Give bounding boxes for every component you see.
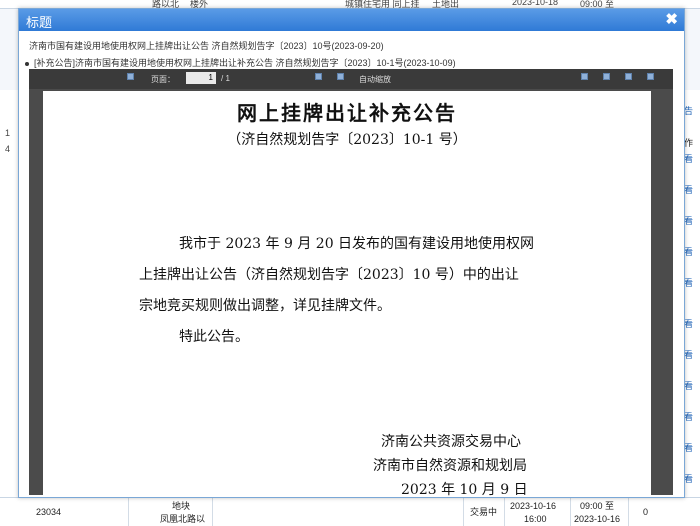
document-title: 网上挂牌出让补充公告 [237,101,457,125]
cell: 2023-10-18 [512,0,559,7]
notice-link-original[interactable]: 济南市国有建设用地使用权网上挂牌出让公告 济自然规划告字〔2023〕10号(20… [29,39,384,52]
signature-date: 2023 年 10 月 9 日 [401,482,528,498]
paragraph-line: 我市于 2023 年 9 月 20 日发布的国有建设用地使用权网 [179,236,535,252]
bookmark-icon[interactable] [625,73,632,80]
pdf-toolbar: 页面： 1 / 1 自动缩放 [29,69,673,89]
sidebar-toggle-icon[interactable] [127,73,134,80]
divider [463,498,464,526]
background-left-column: 1 4 [0,90,19,500]
cell-name-2: 凤凰北路以 [160,514,206,524]
page-total: / 1 [221,74,230,83]
paragraph-line: 上挂牌出让公告（济自然规划告字〔2023〕10 号）中的出让 [139,267,519,283]
cell-count: 0 [643,507,649,517]
divider [212,498,213,526]
announcement-dialog: 标题 ✖ 济南市国有建设用地使用权网上挂牌出让公告 济自然规划告字〔2023〕1… [18,8,685,498]
paragraph-line: 特此公告。 [179,329,249,345]
paragraph-line: 宗地竞买规则做出调整，详见挂牌文件。 [139,298,391,314]
close-icon[interactable]: ✖ [665,10,678,28]
dialog-title: 标题 [26,15,53,30]
pdf-scroll-area[interactable]: 网上挂牌出让补充公告 （济自然规划告字〔2023〕10-1 号） 我市于 202… [29,89,673,498]
print-icon[interactable] [581,73,588,80]
cell-name-1: 地块 [172,501,191,511]
pdf-page: 网上挂牌出让补充公告 （济自然规划告字〔2023〕10-1 号） 我市于 202… [43,91,651,498]
cell-time-2: 2023-10-16 [574,514,621,524]
document-subtitle: （济自然规划告字〔2023〕10-1 号） [227,132,467,148]
divider [628,498,629,526]
cell-date-1: 2023-10-16 [510,501,557,511]
zoom-in-icon[interactable] [337,73,344,80]
zoom-out-icon[interactable] [315,73,322,80]
zoom-select[interactable]: 自动缩放 [359,74,391,85]
cell-status: 交易中 [470,507,498,517]
bullet-icon [25,61,29,66]
page-number-input[interactable]: 1 [186,72,216,84]
divider [504,498,505,526]
dialog-titlebar[interactable]: 标题 ✖ [19,9,684,31]
cell-time-1: 09:00 至 [580,501,615,511]
divider [570,498,571,526]
pdf-viewer: 页面： 1 / 1 自动缩放 网上挂牌出让补充公告 （济自然规划告字〔2023〕… [29,69,673,498]
tools-icon[interactable] [647,73,654,80]
row-mark: 1 [5,128,11,138]
cell-id: 23034 [36,507,62,517]
cell-date-2: 16:00 [524,514,547,524]
notice-link-supplement[interactable]: [补充公告]济南市国有建设用地使用权网上挂牌出让补充公告 济自然规划告字〔202… [25,56,456,69]
notice-link-supplement-text: [补充公告]济南市国有建设用地使用权网上挂牌出让补充公告 济自然规划告字〔202… [34,58,456,68]
row-mark: 4 [5,144,11,154]
signature-org1: 济南公共资源交易中心 [381,434,521,450]
page-label: 页面： [151,75,175,84]
divider [128,498,129,526]
download-icon[interactable] [603,73,610,80]
signature-org2: 济南市自然资源和规划局 [373,458,527,474]
background-table-row: 23034 地块 凤凰北路以 交易中 2023-10-16 16:00 09:0… [0,497,700,526]
